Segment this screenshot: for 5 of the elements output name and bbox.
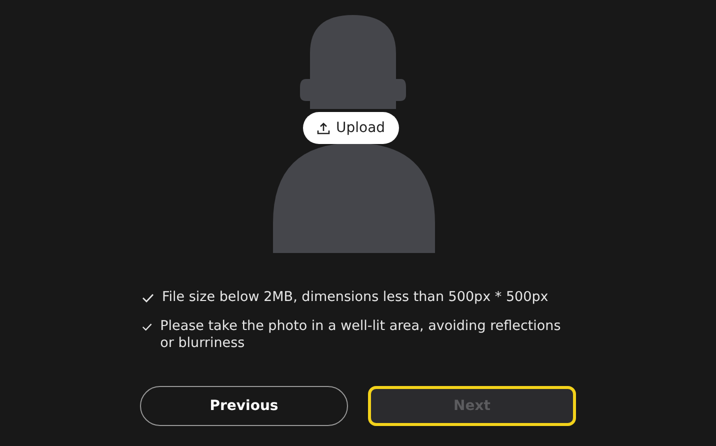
upload-icon xyxy=(317,122,330,134)
requirement-text: File size below 2MB, dimensions less than 500px * 500px xyxy=(162,289,548,306)
upload-button[interactable]: Upload xyxy=(303,112,400,144)
previous-button[interactable]: Previous xyxy=(140,386,348,426)
requirement-text: Please take the photo in a well-lit area, avoiding reflections or blurriness xyxy=(160,318,562,352)
